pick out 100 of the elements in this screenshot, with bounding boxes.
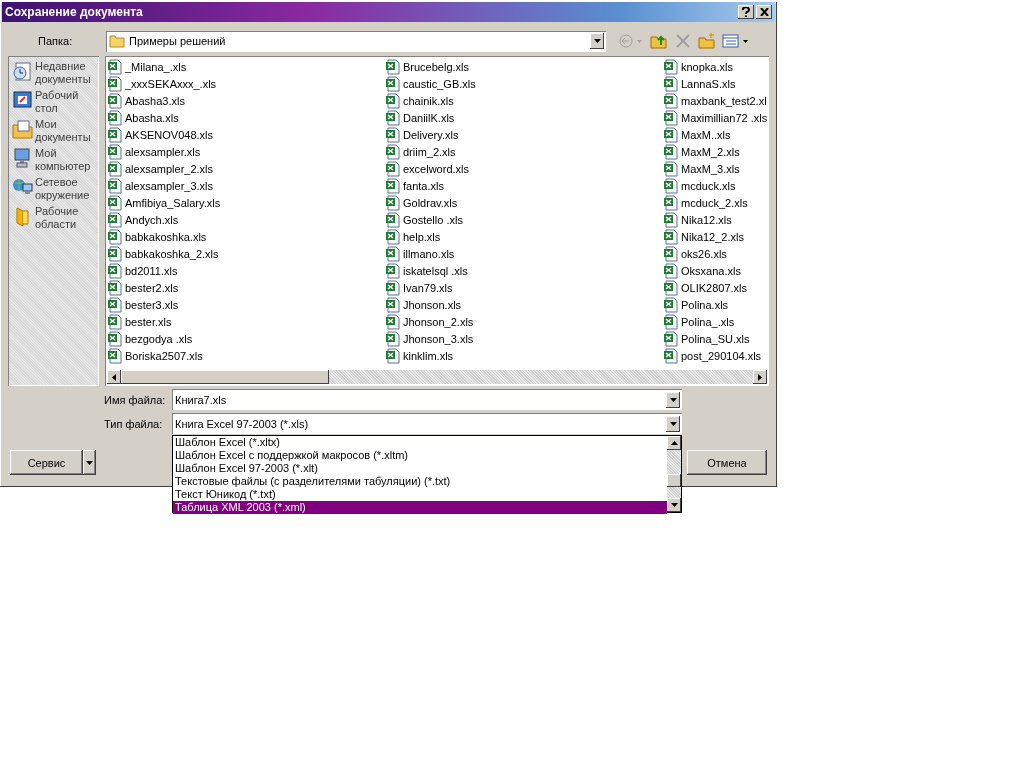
file-item[interactable]: Goldrav.xls xyxy=(385,194,663,211)
file-item[interactable]: alexsampler_3.xls xyxy=(107,177,385,194)
file-item[interactable]: Jhonson_3.xls xyxy=(385,330,663,347)
file-type-option[interactable]: Таблица XML 2003 (*.xml) xyxy=(173,501,667,514)
file-item[interactable]: mcduck_2.xls xyxy=(663,194,768,211)
scroll-arrow-button[interactable] xyxy=(667,498,681,512)
horizontal-scrollbar[interactable] xyxy=(107,370,768,384)
file-item[interactable]: Amfibiya_Salary.xls xyxy=(107,194,385,211)
file-name-field[interactable]: Книга7.xls xyxy=(172,389,682,410)
tools-dropdown-button[interactable] xyxy=(83,450,96,475)
file-item[interactable]: post_290104.xls xyxy=(663,347,768,364)
dropdown-button[interactable] xyxy=(590,33,604,49)
file-item[interactable]: Andych.xls xyxy=(107,211,385,228)
file-item[interactable]: babkakoshka_2.xls xyxy=(107,245,385,262)
file-item[interactable]: Gostello .xls xyxy=(385,211,663,228)
file-item[interactable]: Jhonson_2.xls xyxy=(385,313,663,330)
dropdown-button[interactable] xyxy=(666,415,680,432)
file-item[interactable]: Abasha3.xls xyxy=(107,92,385,109)
scroll-arrow-button[interactable] xyxy=(753,370,768,384)
file-item[interactable]: Nika12_2.xls xyxy=(663,228,768,245)
file-item[interactable]: Ivan79.xls xyxy=(385,279,663,296)
file-item[interactable]: kinklim.xls xyxy=(385,347,663,364)
caret-icon xyxy=(593,39,601,43)
file-item[interactable]: bezgodya .xls xyxy=(107,330,385,347)
places-item[interactable]: Мои документы xyxy=(8,118,99,147)
file-item[interactable]: oks26.xls xyxy=(663,245,768,262)
file-item[interactable]: babkakoshka.xls xyxy=(107,228,385,245)
file-item[interactable]: bester.xls xyxy=(107,313,385,330)
caret-icon xyxy=(86,460,93,465)
views-icon[interactable] xyxy=(722,32,750,50)
file-item[interactable]: Polina.xls xyxy=(663,296,768,313)
places-item[interactable]: Рабочие области xyxy=(8,205,99,234)
file-item[interactable]: knopka.xls xyxy=(663,58,768,75)
file-item[interactable]: bester3.xls xyxy=(107,296,385,313)
file-item[interactable]: chainik.xls xyxy=(385,92,663,109)
spreadsheet-file-icon xyxy=(663,211,679,228)
file-item[interactable]: MaxM_2.xls xyxy=(663,143,768,160)
file-item[interactable]: LannaS.xls xyxy=(663,75,768,92)
file-item[interactable]: bester2.xls xyxy=(107,279,385,296)
file-item[interactable]: help.xls xyxy=(385,228,663,245)
spreadsheet-file-icon xyxy=(663,194,679,211)
folder-dropdown[interactable]: Примеры решений xyxy=(106,30,606,52)
places-item[interactable]: Мой компьютер xyxy=(8,147,99,176)
places-item[interactable]: Сетевое окружение xyxy=(8,176,99,205)
file-item[interactable]: Boriska2507.xls xyxy=(107,347,385,364)
file-type-dropdown[interactable]: Книга Excel 97-2003 (*.xls) xyxy=(172,413,682,434)
file-item[interactable]: iskatelsql .xls xyxy=(385,262,663,279)
file-item[interactable]: fanta.xls xyxy=(385,177,663,194)
file-item[interactable]: MaxM..xls xyxy=(663,126,768,143)
spreadsheet-file-icon xyxy=(663,347,679,364)
caret-icon xyxy=(669,397,677,402)
file-item[interactable]: AKSENOV048.xls xyxy=(107,126,385,143)
scroll-thumb[interactable] xyxy=(667,474,681,487)
file-item[interactable]: driim_2.xls xyxy=(385,143,663,160)
file-type-option[interactable]: Шаблон Excel (*.xltx) xyxy=(173,436,667,449)
file-item[interactable]: DaniilK.xls xyxy=(385,109,663,126)
spreadsheet-file-icon xyxy=(385,279,401,296)
close-button[interactable] xyxy=(756,5,772,19)
spreadsheet-file-icon xyxy=(385,92,401,109)
file-item[interactable]: alexsampler.xls xyxy=(107,143,385,160)
file-item[interactable]: _Milana_.xls xyxy=(107,58,385,75)
file-item[interactable]: Polina_SU.xls xyxy=(663,330,768,347)
file-name-label: Имя файла: xyxy=(104,393,167,406)
file-item[interactable]: Brucebelg.xls xyxy=(385,58,663,75)
tools-button[interactable]: Сервис xyxy=(10,450,83,475)
places-item[interactable]: Рабочий стол xyxy=(8,89,99,118)
file-item[interactable]: _xxxSEKAxxx_.xls xyxy=(107,75,385,92)
scroll-arrow-button[interactable] xyxy=(107,370,121,384)
file-type-option[interactable]: Шаблон Excel с поддержкой макросов (*.xltm) xyxy=(173,449,667,462)
file-item[interactable]: alexsampler_2.xls xyxy=(107,160,385,177)
file-item[interactable]: Nika12.xls xyxy=(663,211,768,228)
file-item[interactable]: excelword.xls xyxy=(385,160,663,177)
file-item[interactable]: bd2011.xls xyxy=(107,262,385,279)
cancel-button[interactable]: Отмена xyxy=(687,450,767,475)
file-item[interactable]: maxbank_test2.xl xyxy=(663,92,768,109)
file-type-option[interactable]: Текст Юникод (*.txt) xyxy=(173,488,667,501)
file-item[interactable]: Abasha.xls xyxy=(107,109,385,126)
file-item[interactable]: MaxM_3.xls xyxy=(663,160,768,177)
file-item[interactable]: Maximillian72 .xls xyxy=(663,109,768,126)
file-item[interactable]: Jhonson.xls xyxy=(385,296,663,313)
spreadsheet-file-icon xyxy=(385,262,401,279)
file-item[interactable]: Delivery.xls xyxy=(385,126,663,143)
file-item[interactable]: Polina_.xls xyxy=(663,313,768,330)
help-button[interactable] xyxy=(738,5,754,19)
spreadsheet-file-icon xyxy=(385,160,401,177)
vertical-scrollbar[interactable] xyxy=(667,436,681,512)
spreadsheet-file-icon xyxy=(663,109,679,126)
file-item[interactable]: illmano.xls xyxy=(385,245,663,262)
file-type-option[interactable]: Шаблон Excel 97-2003 (*.xlt) xyxy=(173,462,667,475)
file-item[interactable]: mcduck.xls xyxy=(663,177,768,194)
dropdown-button[interactable] xyxy=(666,391,680,408)
scroll-arrow-button[interactable] xyxy=(667,436,681,450)
help-icon xyxy=(742,7,750,17)
file-item[interactable]: OLIK2807.xls xyxy=(663,279,768,296)
caret-icon xyxy=(669,421,677,426)
file-item[interactable]: caustic_GB.xls xyxy=(385,75,663,92)
places-item[interactable]: Недавние документы xyxy=(8,60,99,89)
file-type-option[interactable]: Текстовые файлы (с разделителями табуляции) (*.txt) xyxy=(173,475,667,488)
scroll-thumb[interactable] xyxy=(121,370,329,384)
file-item[interactable]: Oksxana.xls xyxy=(663,262,768,279)
